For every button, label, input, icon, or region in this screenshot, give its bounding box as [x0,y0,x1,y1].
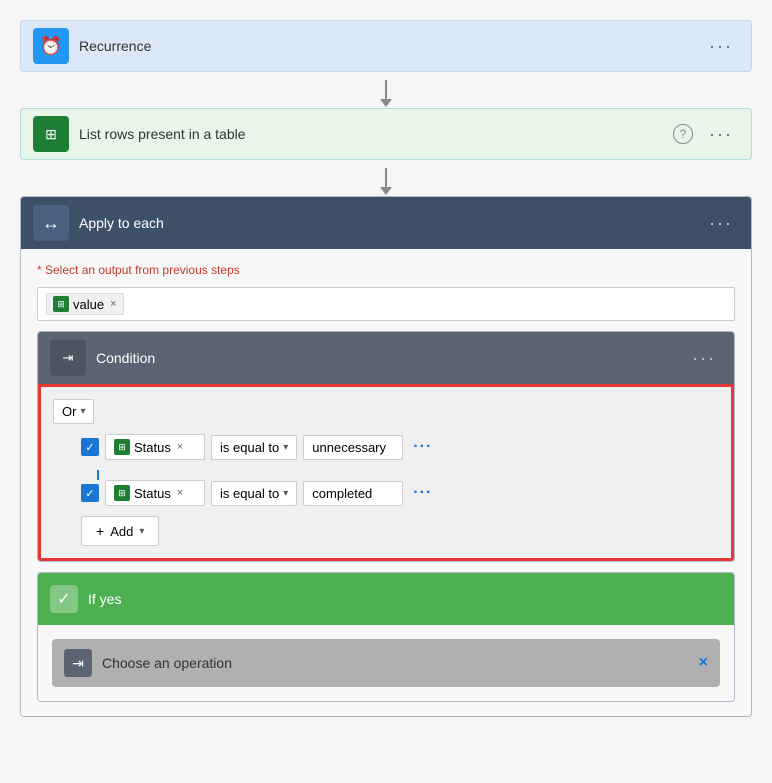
list-rows-step: ⊞ List rows present in a table ? ··· [20,108,752,160]
condition-title: Condition [96,350,686,366]
operator-chevron-1: ▾ [283,442,288,453]
condition-row-2: ✓ ⊞ Status × is equal to ▾ completed [81,480,719,506]
condition-operator-1[interactable]: is equal to ▾ [211,435,297,460]
add-condition-button[interactable]: + Add ▾ [81,516,159,546]
add-chevron-icon: ▾ [139,526,144,537]
condition-value-1[interactable]: unnecessary [303,435,403,460]
condition-body: Or ▾ ✓ ⊞ Status × [38,384,734,561]
condition-row-1: ✓ ⊞ Status × is equal to ▾ unnecessary [81,434,719,460]
apply-body: * Select an output from previous steps ⊞… [21,249,751,716]
field-close-1[interactable]: × [177,441,183,453]
v-line [97,470,99,480]
chip-icon: ⊞ [53,296,69,312]
list-rows-ellipsis-button[interactable]: ··· [703,120,739,149]
v-line-container [97,470,719,480]
condition-operator-2[interactable]: is equal to ▾ [211,481,297,506]
operator-chevron-2: ▾ [283,488,288,499]
chip-value: value [73,297,104,312]
apply-title: Apply to each [79,215,703,231]
flow-container: ⏰ Recurrence ··· ⊞ List rows present in … [20,20,752,717]
arrow-down-2 [385,168,387,188]
recurrence-title: Recurrence [79,38,703,54]
field-close-2[interactable]: × [177,487,183,499]
or-row: Or ▾ [53,399,719,424]
arrow-1 [20,72,752,108]
value-chip-container[interactable]: ⊞ value × [37,287,735,321]
if-yes-block: ✓ If yes ⇥ Choose an operation × [37,572,735,702]
if-yes-title: If yes [88,591,722,607]
arrow-2 [20,160,752,196]
chip-close-button[interactable]: × [110,298,116,310]
choose-operation-card: ⇥ Choose an operation × [52,639,720,687]
list-rows-icon: ⊞ [33,116,69,152]
apply-icon: ↔ [33,205,69,241]
check-icon-2: ✓ [85,487,94,500]
recurrence-ellipsis-button[interactable]: ··· [703,32,739,61]
or-label: Or [62,404,76,419]
condition-icon: ⇥ [50,340,86,376]
condition-field-2[interactable]: ⊞ Status × [105,480,205,506]
value-text-2: completed [312,486,372,501]
check-icon-1: ✓ [85,441,94,454]
field-chip-icon-1: ⊞ [114,439,130,455]
choose-op-title: Choose an operation [102,655,699,671]
apply-ellipsis-button[interactable]: ··· [703,209,739,238]
condition-more-btn-2[interactable]: ··· [409,482,436,504]
condition-field-1[interactable]: ⊞ Status × [105,434,205,460]
value-text-1: unnecessary [312,440,386,455]
arrow-down-1 [385,80,387,100]
recurrence-actions: ··· [703,32,739,61]
if-yes-check-icon: ✓ [50,585,78,613]
recurrence-icon: ⏰ [33,28,69,64]
apply-to-each-block: ↔ Apply to each ··· * Select an output f… [20,196,752,717]
add-label: Add [110,524,133,539]
operator-label-1: is equal to [220,440,279,455]
list-rows-help-icon[interactable]: ? [673,124,693,144]
select-output-label: * Select an output from previous steps [37,263,735,277]
operator-label-2: is equal to [220,486,279,501]
condition-more-btn-1[interactable]: ··· [409,436,436,458]
field-chip-icon-2: ⊞ [114,485,130,501]
if-yes-header: ✓ If yes [38,573,734,625]
condition-header: ⇥ Condition ··· [38,332,734,384]
condition-value-2[interactable]: completed [303,481,403,506]
condition-checkbox-2[interactable]: ✓ [81,484,99,502]
list-rows-title: List rows present in a table [79,126,673,142]
or-chevron-icon: ▾ [80,406,85,417]
condition-ellipsis-button[interactable]: ··· [686,344,722,373]
condition-checkbox-1[interactable]: ✓ [81,438,99,456]
recurrence-step: ⏰ Recurrence ··· [20,20,752,72]
apply-header: ↔ Apply to each ··· [21,197,751,249]
add-plus-icon: + [96,523,104,539]
or-dropdown[interactable]: Or ▾ [53,399,94,424]
condition-block: ⇥ Condition ··· Or ▾ ✓ [37,331,735,562]
value-chip: ⊞ value × [46,293,124,315]
if-yes-body: ⇥ Choose an operation × [38,625,734,701]
list-rows-actions: ? ··· [673,120,739,149]
choose-op-icon: ⇥ [64,649,92,677]
choose-op-close-button[interactable]: × [699,654,708,672]
field-label-2: Status [134,486,171,501]
field-label-1: Status [134,440,171,455]
